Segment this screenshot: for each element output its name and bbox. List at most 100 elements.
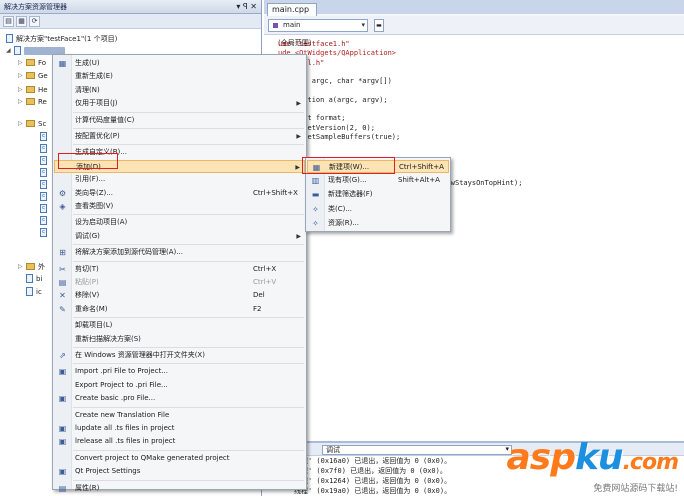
menu-shortcut: Ctrl+Shift+X <box>253 188 298 197</box>
tree-item[interactable]: ▷ Re <box>18 96 47 107</box>
menu-item[interactable]: ▦ 生成(U) <box>54 57 305 70</box>
project-context-menu: ▦ 生成(U) 重新生成(E) 清理(N) 仅用于项目(J) ▶ 计算代码度量值(C) 按配置… <box>52 54 307 493</box>
remove-icon: ✕ <box>59 291 66 301</box>
tab-main-cpp[interactable]: main.cpp <box>267 3 317 16</box>
expand-icon[interactable]: ▷ <box>18 98 26 105</box>
menu-item-label: Qt Project Settings <box>75 467 141 476</box>
menu-item: ▤ 粘贴(P) Ctrl+V <box>54 276 305 289</box>
member-dropdown[interactable]: main <box>268 19 368 32</box>
menu-item[interactable]: ✂ 剪切(T) Ctrl+X <box>54 263 305 276</box>
menu-item[interactable]: ⊞ 将解决方案添加到源代码管理(A)... <box>54 246 305 259</box>
expand-icon[interactable]: ▷ <box>18 263 26 270</box>
folder-icon <box>26 263 35 270</box>
menu-item[interactable]: Convert project to QMake generated proje… <box>54 452 305 465</box>
menu-item-label: 类向导(Z)... <box>75 188 113 197</box>
tree-item-label: He <box>38 85 48 94</box>
tree-item-label: bi <box>36 274 43 283</box>
tree-item[interactable]: ic <box>18 286 42 297</box>
menu-item[interactable]: ▣ Create basic .pro File... <box>54 392 305 405</box>
menu-item[interactable]: Export Project to .pri File... <box>54 379 305 392</box>
menu-item[interactable]: 清理(N) <box>54 84 305 97</box>
source-file-icon[interactable]: c <box>40 227 50 238</box>
menu-item[interactable]: ▤ 属性(R) <box>54 482 305 495</box>
tree-item[interactable]: ▷ Fo <box>18 57 46 68</box>
submenu-arrow-icon: ▶ <box>296 100 301 108</box>
code-line: ormat.setVersion(2, 0); <box>278 123 375 132</box>
menu-item-label: 设为启动项目(A) <box>75 218 128 227</box>
tree-item[interactable]: ▷ Ge <box>18 70 48 81</box>
source-file-icon[interactable]: c <box>40 155 50 166</box>
menu-item[interactable]: 仅用于项目(J) ▶ <box>54 97 305 110</box>
menu-item-label: 按配置优化(P) <box>75 132 120 140</box>
menu-item[interactable]: ⚙ 类向导(Z)... Ctrl+Shift+X <box>54 187 305 200</box>
menu-item[interactable]: ◈ 查看类图(V) <box>54 200 305 213</box>
menu-item[interactable]: 重新扫描解决方案(S) <box>54 333 305 346</box>
import-pri-icon: ▣ <box>58 367 67 377</box>
menu-item[interactable]: ✧ 类(C)... <box>307 203 449 216</box>
lrelease-icon: ▣ <box>58 437 67 447</box>
menu-item-label: 属性(R) <box>75 483 100 492</box>
expand-icon[interactable]: ▷ <box>18 120 26 127</box>
tree-item-label: Re <box>38 97 47 106</box>
submenu-arrow-icon: ▶ <box>296 133 301 140</box>
solution-icon <box>6 34 13 43</box>
menu-separator <box>73 111 304 113</box>
menu-separator <box>73 317 304 319</box>
expand-icon[interactable]: ▷ <box>18 59 26 66</box>
menu-shortcut: Ctrl+Shift+A <box>399 163 444 171</box>
tree-item[interactable]: ▷ 外 <box>18 261 45 272</box>
menu-item-label: 调试(G) <box>75 231 100 240</box>
tab-label: main.cpp <box>272 5 310 14</box>
menu-item[interactable]: ✕ 移除(V) Del <box>54 289 305 302</box>
expand-icon[interactable]: ▷ <box>18 86 26 93</box>
class-wizard-icon: ⚙ <box>58 188 67 198</box>
menu-item[interactable]: Create new Translation File <box>54 409 305 422</box>
menu-item[interactable]: ▣ Qt Project Settings <box>54 465 305 478</box>
properties-toolbar-icon[interactable]: ▤ <box>3 15 14 27</box>
menu-item[interactable]: 重新生成(E) <box>54 70 305 83</box>
cpp-file-icon: c <box>40 228 47 237</box>
source-file-icon[interactable]: c <box>40 143 50 154</box>
menu-item[interactable]: ▣ Import .pri File to Project... <box>54 365 305 378</box>
menu-item-label: 粘贴(P) <box>75 278 99 286</box>
expand-icon[interactable]: ◢ <box>6 47 14 54</box>
menu-item-label: 引用(F)... <box>75 175 106 184</box>
source-file-icon[interactable]: c <box>40 167 50 178</box>
source-file-icon[interactable]: c <box>40 215 50 226</box>
source-file-icon[interactable]: c <box>40 179 50 190</box>
menu-item[interactable]: ✧ 资源(R)... <box>307 217 449 230</box>
menu-item[interactable]: ▣ lupdate all .ts files in project <box>54 422 305 435</box>
menu-item[interactable]: 设为启动项目(A) <box>54 216 305 229</box>
output-source-select[interactable]: 调试 <box>322 445 512 455</box>
menu-item-label: Create basic .pro File... <box>75 394 156 403</box>
solution-node[interactable]: 解决方案"testFace1"(1 个项目) <box>6 33 117 44</box>
menu-item[interactable]: 调试(G) ▶ <box>54 230 305 243</box>
properties-icon: ▤ <box>58 483 67 493</box>
tree-item[interactable]: ▷ Sc <box>18 118 46 129</box>
menu-item[interactable]: ▥ 现有项(G)... Shift+Alt+A <box>307 174 449 187</box>
menu-item-label: 重命名(M) <box>75 304 108 313</box>
menu-item[interactable]: 引用(F)... <box>54 173 305 186</box>
source-file-icon[interactable]: c <box>40 131 50 142</box>
source-file-icon[interactable]: c <box>40 191 50 202</box>
expand-icon[interactable]: ▷ <box>18 72 26 79</box>
menu-item[interactable]: 按配置优化(P) ▶ <box>54 130 305 143</box>
qt-settings-icon: ▣ <box>58 467 67 477</box>
menu-item[interactable]: 计算代码度量值(C) <box>54 114 305 127</box>
menu-item[interactable]: 卸载项目(L) <box>54 319 305 332</box>
show-all-files-icon[interactable]: ▦ <box>16 15 27 27</box>
menu-item[interactable]: ▣ lrelease all .ts files in project <box>54 435 305 448</box>
menu-item[interactable]: ▬ 新建筛选器(F) <box>307 188 449 201</box>
menu-separator <box>73 406 304 408</box>
split-button[interactable]: ▬ <box>374 19 384 32</box>
source-file-icon[interactable]: c <box>40 203 50 214</box>
refresh-icon[interactable]: ⟳ <box>29 15 40 27</box>
tree-item[interactable]: ▷ He <box>18 84 48 95</box>
folder-icon <box>26 72 35 79</box>
window-controls[interactable]: ▾ ꟼ ✕ <box>236 2 257 11</box>
menu-item[interactable]: ✎ 重命名(M) F2 <box>54 303 305 316</box>
menu-item-label: 仅用于项目(J) <box>75 99 118 108</box>
menu-item[interactable]: ⇗ 在 Windows 资源管理器中打开文件夹(X) <box>54 349 305 362</box>
tree-item[interactable]: bi <box>18 273 42 284</box>
